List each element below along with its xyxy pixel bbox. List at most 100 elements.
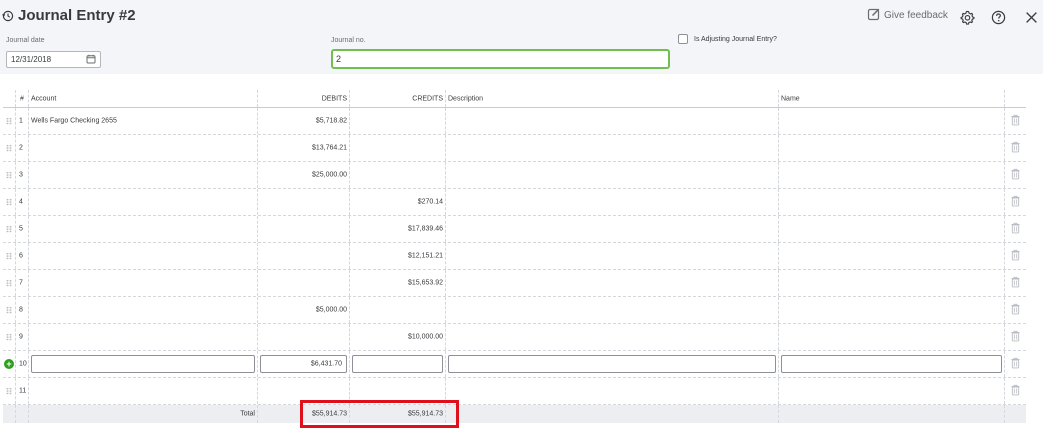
debit-cell[interactable] [258, 324, 350, 350]
account-cell[interactable] [29, 297, 258, 323]
drag-handle-icon[interactable] [6, 387, 12, 395]
description-cell[interactable] [446, 108, 779, 134]
journal-no-input[interactable]: 2 [331, 49, 670, 69]
name-cell[interactable] [779, 162, 1005, 188]
description-cell[interactable] [446, 378, 779, 404]
trash-icon[interactable] [1011, 114, 1020, 128]
account-cell[interactable] [29, 378, 258, 404]
drag-cell[interactable] [3, 243, 16, 269]
name-cell[interactable] [779, 324, 1005, 350]
drag-cell[interactable] [3, 270, 16, 296]
drag-cell[interactable] [3, 162, 16, 188]
table-row[interactable]: 6 $12,151.21 [3, 243, 1026, 270]
description-cell[interactable] [446, 243, 779, 269]
name-cell[interactable] [779, 243, 1005, 269]
credit-cell[interactable]: $15,653.92 [350, 270, 446, 296]
account-cell[interactable] [29, 324, 258, 350]
table-row[interactable]: 9 $10,000.00 [3, 324, 1026, 351]
account-cell[interactable]: Wells Fargo Checking 2655 [29, 108, 258, 134]
description-cell[interactable] [446, 135, 779, 161]
table-row[interactable]: 3 $25,000.00 [3, 162, 1026, 189]
trash-icon[interactable] [1011, 222, 1020, 236]
drag-handle-icon[interactable] [6, 171, 12, 179]
description-cell[interactable] [446, 189, 779, 215]
name-cell[interactable] [779, 270, 1005, 296]
description-cell[interactable] [446, 297, 779, 323]
credit-cell[interactable] [350, 108, 446, 134]
name-cell[interactable] [779, 108, 1005, 134]
adjusting-entry-option[interactable]: Is Adjusting Journal Entry? [678, 34, 777, 44]
debit-cell[interactable]: $5,718.82 [258, 108, 350, 134]
debit-cell[interactable]: $13,764.21 [258, 135, 350, 161]
credit-cell[interactable] [350, 297, 446, 323]
trash-icon[interactable] [1011, 384, 1020, 398]
description-cell[interactable] [446, 324, 779, 350]
drag-handle-icon[interactable] [6, 333, 12, 341]
account-cell[interactable] [29, 270, 258, 296]
debit-cell[interactable] [258, 243, 350, 269]
drag-cell[interactable]: + [3, 351, 16, 377]
trash-icon[interactable] [1011, 330, 1020, 344]
gear-icon[interactable] [957, 7, 977, 27]
account-cell[interactable] [29, 135, 258, 161]
table-row[interactable]: +10 $6,431.70 [3, 351, 1026, 378]
trash-icon[interactable] [1011, 168, 1020, 182]
debit-cell[interactable] [258, 189, 350, 215]
debit-cell[interactable] [258, 270, 350, 296]
name-input[interactable] [781, 355, 1002, 373]
name-cell[interactable] [779, 378, 1005, 404]
close-icon[interactable] [1021, 7, 1041, 27]
credit-cell[interactable]: $10,000.00 [350, 324, 446, 350]
debit-cell[interactable]: $25,000.00 [258, 162, 350, 188]
drag-handle-icon[interactable] [6, 252, 12, 260]
table-row[interactable]: 8 $5,000.00 [3, 297, 1026, 324]
credit-cell[interactable]: $17,839.46 [350, 216, 446, 242]
trash-icon[interactable] [1011, 276, 1020, 290]
drag-handle-icon[interactable] [6, 306, 12, 314]
credit-input[interactable] [352, 355, 443, 373]
account-cell[interactable] [29, 162, 258, 188]
debit-cell[interactable]: $5,000.00 [258, 297, 350, 323]
history-clock-icon[interactable] [2, 10, 14, 22]
account-cell[interactable] [29, 189, 258, 215]
table-row[interactable]: 11 [3, 378, 1026, 405]
drag-cell[interactable] [3, 324, 16, 350]
trash-icon[interactable] [1011, 249, 1020, 263]
table-row[interactable]: 7 $15,653.92 [3, 270, 1026, 297]
table-row[interactable]: 1 Wells Fargo Checking 2655 $5,718.82 [3, 108, 1026, 135]
description-cell[interactable] [446, 216, 779, 242]
calendar-icon[interactable] [86, 54, 96, 69]
drag-cell[interactable] [3, 216, 16, 242]
credit-cell[interactable] [350, 162, 446, 188]
trash-icon[interactable] [1011, 141, 1020, 155]
drag-handle-icon[interactable] [6, 144, 12, 152]
drag-cell[interactable] [3, 108, 16, 134]
table-row[interactable]: 5 $17,839.46 [3, 216, 1026, 243]
drag-cell[interactable] [3, 135, 16, 161]
adjusting-entry-checkbox[interactable] [678, 34, 688, 44]
name-cell[interactable] [779, 135, 1005, 161]
add-line-icon[interactable]: + [4, 359, 14, 369]
trash-icon[interactable] [1011, 303, 1020, 317]
drag-handle-icon[interactable] [6, 225, 12, 233]
drag-handle-icon[interactable] [6, 279, 12, 287]
account-cell[interactable] [29, 243, 258, 269]
drag-cell[interactable] [3, 297, 16, 323]
drag-handle-icon[interactable] [6, 198, 12, 206]
drag-cell[interactable] [3, 378, 16, 404]
credit-cell[interactable]: $12,151.21 [350, 243, 446, 269]
name-cell[interactable] [779, 216, 1005, 242]
trash-icon[interactable] [1011, 357, 1020, 371]
give-feedback-link[interactable]: Give feedback [867, 7, 948, 24]
drag-handle-icon[interactable] [6, 117, 12, 125]
help-icon[interactable] [988, 7, 1008, 27]
table-row[interactable]: 2 $13,764.21 [3, 135, 1026, 162]
debit-input[interactable]: $6,431.70 [260, 355, 347, 373]
drag-cell[interactable] [3, 189, 16, 215]
name-cell[interactable] [779, 189, 1005, 215]
description-cell[interactable] [446, 270, 779, 296]
journal-date-input[interactable]: 12/31/2018 [6, 51, 101, 68]
table-row[interactable]: 4 $270.14 [3, 189, 1026, 216]
credit-cell[interactable]: $270.14 [350, 189, 446, 215]
account-input[interactable] [31, 355, 255, 373]
